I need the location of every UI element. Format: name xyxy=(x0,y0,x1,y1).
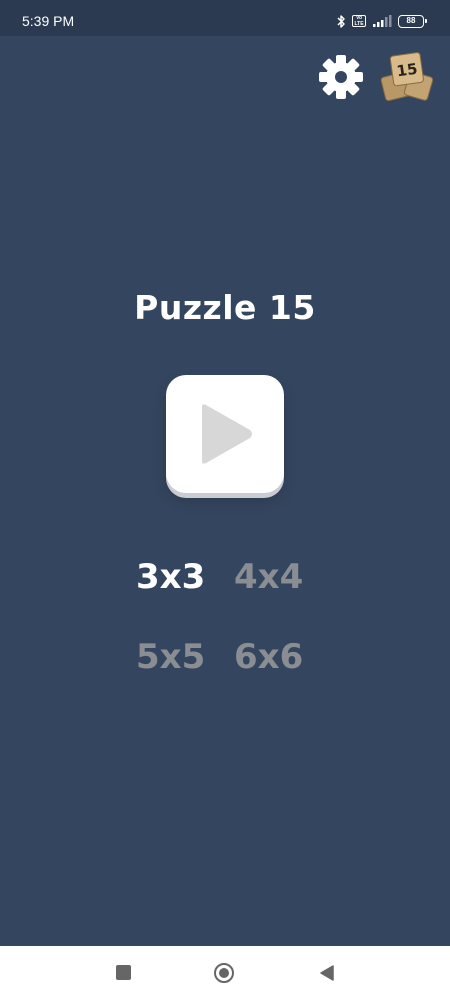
tile-label: 15 xyxy=(395,60,418,81)
status-bar: 5:39 PM Vo LTE 88 xyxy=(0,0,450,36)
battery-icon: 88 xyxy=(398,14,427,28)
system-nav-bar xyxy=(0,946,450,1000)
status-time: 5:39 PM xyxy=(22,13,75,29)
size-option-3x3[interactable]: 3x3 xyxy=(136,557,205,597)
battery-level: 88 xyxy=(406,15,416,25)
settings-button[interactable] xyxy=(316,52,366,102)
tiles-15-button[interactable]: 15 xyxy=(378,50,436,106)
home-circle-icon[interactable] xyxy=(213,962,235,984)
tiles-15-icon: 15 xyxy=(380,52,434,102)
gear-icon xyxy=(319,55,363,99)
volte-icon: Vo LTE xyxy=(352,15,366,27)
size-option-4x4[interactable]: 4x4 xyxy=(234,557,303,597)
signal-icon xyxy=(373,15,392,27)
bluetooth-icon xyxy=(337,14,345,28)
volte-bottom-label: LTE xyxy=(354,21,364,27)
recents-square-icon[interactable] xyxy=(116,965,131,980)
size-option-5x5[interactable]: 5x5 xyxy=(136,637,205,677)
app-title: Puzzle 15 xyxy=(134,288,316,327)
status-icons: Vo LTE 88 xyxy=(336,13,427,29)
size-option-6x6[interactable]: 6x6 xyxy=(234,637,303,677)
play-icon xyxy=(202,404,252,464)
play-button[interactable] xyxy=(166,375,284,493)
back-triangle-icon[interactable] xyxy=(318,964,336,982)
